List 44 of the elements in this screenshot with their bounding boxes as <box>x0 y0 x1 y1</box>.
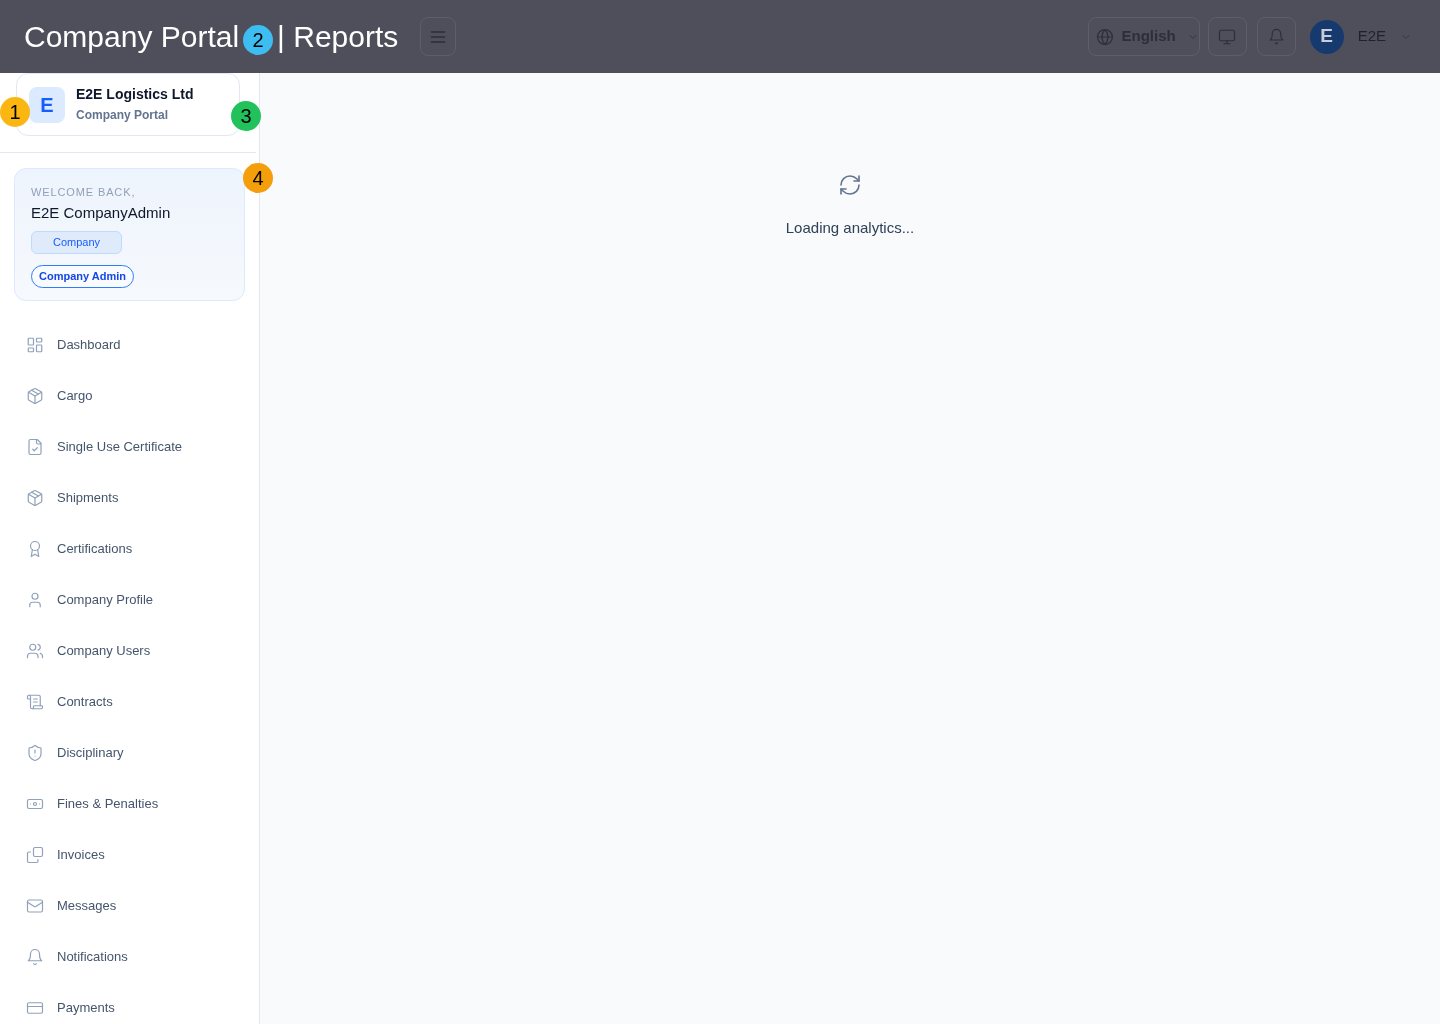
globe-icon <box>1095 27 1114 46</box>
shield-alert-icon <box>26 743 44 762</box>
bell-icon <box>26 947 44 966</box>
caption-title: Company Portal <box>24 21 240 52</box>
users-icon <box>26 641 44 660</box>
nav-item[interactable]: Payments <box>14 986 245 1024</box>
nav-item[interactable]: Single Use Certificate <box>14 425 245 468</box>
nav-item[interactable]: Shipments <box>14 476 245 519</box>
document-check-icon <box>26 437 44 456</box>
envelope-icon <box>26 896 44 915</box>
company-subtitle: Company Portal <box>76 108 169 123</box>
role-badge: Company Admin <box>31 265 134 288</box>
refresh-icon <box>838 173 862 197</box>
annotation-marker: 2 <box>243 24 274 55</box>
caption-page-title: | Reports <box>277 21 399 52</box>
stacked-squares-icon <box>26 845 44 864</box>
nav-item[interactable]: Contracts <box>14 680 245 723</box>
notifications-button[interactable] <box>1256 17 1296 56</box>
nav-item[interactable]: Certifications <box>14 527 245 570</box>
scroll-icon <box>26 692 44 711</box>
account-type-badge: Company <box>31 231 122 254</box>
nav-item[interactable]: Dashboard <box>14 323 245 366</box>
nav-item[interactable]: Invoices <box>14 833 245 876</box>
menu-button[interactable] <box>420 17 457 56</box>
company-logo-tile: E <box>29 86 65 123</box>
user-name: E2E CompanyAdmin <box>31 203 171 222</box>
bell-icon <box>1267 28 1285 45</box>
monitor-icon <box>1218 27 1237 46</box>
nav-item[interactable]: Notifications <box>14 935 245 978</box>
loading-message: Loading analytics... <box>785 218 915 238</box>
nav-item[interactable]: Messages <box>14 884 245 927</box>
user-icon <box>26 590 44 609</box>
nav-item[interactable]: Fines & Penalties <box>14 782 245 825</box>
nav-item[interactable]: Company Profile <box>14 578 245 621</box>
user-avatar: E <box>1309 19 1344 54</box>
company-name: E2E Logistics Ltd <box>76 86 194 103</box>
nav-item[interactable]: Cargo <box>14 374 245 417</box>
display-button[interactable] <box>1207 17 1247 56</box>
box-icon <box>26 386 44 405</box>
nav-item[interactable]: Disciplinary <box>14 731 245 774</box>
nav-item[interactable]: Company Users <box>14 629 245 672</box>
grid-icon <box>26 335 44 354</box>
welcome-greeting: WELCOME BACK, <box>31 185 136 199</box>
box-icon <box>26 488 44 507</box>
